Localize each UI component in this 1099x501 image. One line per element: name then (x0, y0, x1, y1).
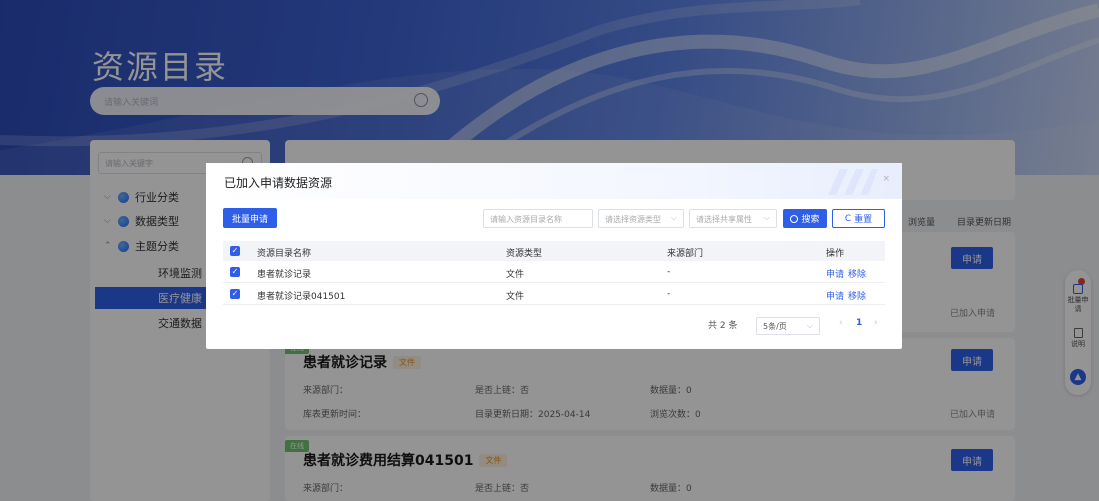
total-count: 共 2 条 (708, 321, 738, 331)
search-button-label: 搜索 (801, 215, 820, 225)
row-dept: - (667, 267, 671, 277)
select-all-checkbox[interactable]: ✓ (230, 246, 240, 256)
row-name: 患者就诊记录041501 (257, 292, 346, 302)
share-attr-select[interactable]: 请选择共享属性 ⌵ (689, 209, 777, 228)
reset-button-label: 重置 (854, 215, 873, 225)
share-attr-placeholder: 请选择共享属性 (696, 215, 752, 224)
prev-page-button[interactable]: ‹ (839, 318, 843, 328)
current-page[interactable]: 1 (856, 318, 862, 328)
close-icon[interactable]: × (882, 174, 890, 184)
header-decoration (828, 169, 878, 195)
applied-resources-modal: 已加入申请数据资源 × 批量申请 请输入资源目录名称 请选择资源类型 ⌵ 请选择… (206, 163, 902, 349)
row-type: 文件 (506, 270, 525, 280)
chevron-down-icon: ⌵ (763, 213, 770, 222)
col-dept: 来源部门 (667, 249, 704, 259)
resource-type-placeholder: 请选择资源类型 (605, 215, 661, 224)
table-row: ✓ 患者就诊记录041501 文件 - 申请 移除 (223, 284, 885, 305)
modal-title: 已加入申请数据资源 (224, 176, 333, 190)
batch-apply-button[interactable]: 批量申请 (223, 208, 277, 228)
refresh-icon: C (844, 213, 852, 224)
row-remove-link[interactable]: 移除 (848, 267, 866, 280)
col-ops: 操作 (826, 249, 845, 259)
table-header: ✓ 资源目录名称 资源类型 来源部门 操作 (223, 241, 885, 261)
row-checkbox[interactable]: ✓ (230, 267, 240, 277)
row-remove-link[interactable]: 移除 (848, 289, 866, 302)
chevron-down-icon: ⌵ (670, 213, 677, 222)
search-button[interactable]: 搜索 (783, 209, 827, 228)
chevron-down-icon: ⌵ (806, 321, 813, 330)
page-size-value: 5条/页 (763, 322, 787, 331)
col-type: 资源类型 (506, 249, 543, 259)
row-name: 患者就诊记录 (257, 270, 312, 280)
row-apply-link[interactable]: 申请 (826, 267, 844, 280)
reset-button[interactable]: C 重置 (832, 209, 885, 228)
row-type: 文件 (506, 292, 525, 302)
col-name: 资源目录名称 (257, 249, 312, 259)
page-size-select[interactable]: 5条/页 ⌵ (756, 317, 820, 335)
search-icon (790, 214, 799, 223)
table-row: ✓ 患者就诊记录 文件 - 申请 移除 (223, 262, 885, 283)
row-checkbox[interactable]: ✓ (230, 289, 240, 299)
resource-name-input[interactable]: 请输入资源目录名称 (483, 209, 593, 228)
next-page-button[interactable]: › (874, 318, 878, 328)
row-apply-link[interactable]: 申请 (826, 289, 844, 302)
row-dept: - (667, 289, 671, 299)
resource-name-placeholder: 请输入资源目录名称 (490, 215, 562, 224)
modal-header: 已加入申请数据资源 × (206, 163, 902, 199)
resource-type-select[interactable]: 请选择资源类型 ⌵ (598, 209, 684, 228)
